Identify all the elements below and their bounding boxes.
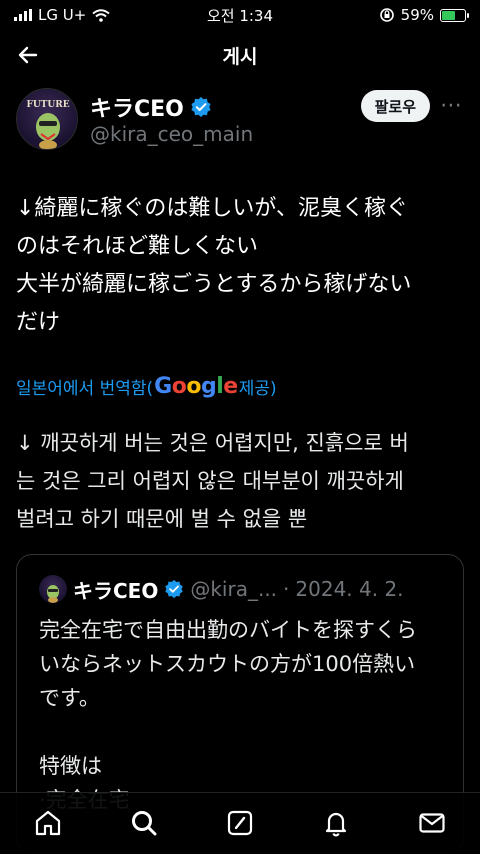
rotation-lock-icon [379,8,394,22]
post-text: ↓綺麗に稼ぐのは難しいが、泥臭く稼ぐ のはそれほど難しくない 大半が綺麗に稼ごう… [16,196,412,335]
battery-icon [440,8,469,22]
author-display-name[interactable]: キラCEO [90,91,184,123]
tab-search[interactable] [120,799,168,847]
follow-button[interactable]: 팔로우 [360,90,430,122]
author-handle[interactable]: @kira_ceo_main [90,122,253,146]
quote-header: キラCEO @kira_... · 2024. 4. 2. [39,573,453,605]
arrow-left-icon [18,46,38,64]
battery-level [442,10,455,20]
status-bar: LG U+ 오전 1:34 59% [0,0,480,30]
translation-label[interactable]: 일본어에서 번역함( Google 제공) [16,374,277,399]
battery-percent: 59% [400,6,434,24]
google-logo-letter: o [186,374,201,399]
avatar-image: FUTURE [26,100,70,149]
google-logo-letter: g [200,374,217,399]
quote-avatar [39,575,67,603]
quote-date: 2024. 4. 2. [295,577,404,601]
quote-handle: @kira_... [190,577,278,601]
quote-verified-badge-icon [165,579,184,599]
nav-bar: 게시 [0,30,480,80]
home-icon [35,810,61,835]
search-icon [132,810,157,835]
quote-display-name: キラCEO [73,578,159,603]
tab-compose[interactable] [216,799,264,847]
signal-icon [14,9,32,21]
google-logo-letter: G [154,374,172,399]
translation-label-suffix: 제공) [238,379,277,399]
translation-label-prefix: 일본어에서 번역함( [16,379,154,399]
translated-text: ↓ 깨끗하게 버는 것은 어렵지만, 진흙으로 버 는 것은 그리 어렵지 않은… [16,431,409,531]
compose-icon [227,810,253,835]
tab-notifications[interactable] [312,799,360,847]
bell-icon [325,812,347,836]
tab-messages[interactable] [408,799,456,847]
avatar-logo-text: FUTURE [26,100,69,110]
avatar[interactable]: FUTURE [16,88,78,150]
quote-text: 完全在宅で自由出勤のバイトを探すくら いならネットスカウトの方が100倍熱い で… [39,618,417,812]
mail-icon [419,812,445,833]
quote-separator: · [283,577,290,601]
status-left: LG U+ [14,6,110,24]
page-title: 게시 [222,45,258,68]
quote-avatar-image [47,585,59,603]
google-logo-letter: o [171,374,187,399]
author-row: FUTURE キラCEO @kira_ceo_main 팔로우 ⋯ [16,88,464,156]
google-logo: Google [154,374,238,399]
wifi-icon [92,8,110,22]
status-time: 오전 1:34 [206,6,274,25]
google-logo-letter: e [223,374,238,399]
bottom-tab-bar [0,792,480,854]
carrier-name: LG U+ [38,6,87,24]
verified-badge-icon [191,97,211,117]
author-name-row[interactable]: キラCEO [90,91,212,123]
more-options-icon[interactable]: ⋯ [438,90,464,120]
back-button[interactable] [12,39,44,71]
tab-home[interactable] [24,799,72,847]
status-right: 59% [379,6,469,24]
